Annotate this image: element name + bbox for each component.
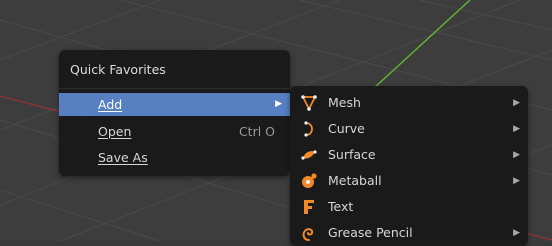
submenu-arrow-icon: ▶ xyxy=(513,228,520,238)
menu-separator xyxy=(59,88,290,89)
quick-favorites-menu: Quick Favorites Add ▶ Open Ctrl O Save A… xyxy=(59,50,290,176)
add-item-mesh[interactable]: Mesh ▶ xyxy=(290,90,528,116)
add-submenu: Mesh ▶ Curve ▶ Surface ▶ Metaball ▶ Text… xyxy=(290,86,528,246)
menu-item-label: Save As xyxy=(98,150,148,165)
submenu-arrow-icon: ▶ xyxy=(513,124,520,134)
metaball-icon xyxy=(302,173,317,188)
menu-item-save-as[interactable]: Save As xyxy=(59,146,290,169)
add-item-text[interactable]: Text xyxy=(290,194,528,220)
text-icon xyxy=(304,200,314,214)
menu-item-open[interactable]: Open Ctrl O xyxy=(59,120,290,143)
menu-item-label: Text xyxy=(328,199,354,214)
menu-item-add[interactable]: Add ▶ xyxy=(59,93,290,116)
menu-item-label: Mesh xyxy=(328,95,361,110)
submenu-arrow-icon: ▶ xyxy=(275,99,282,109)
surface-icon xyxy=(301,150,317,160)
add-item-surface[interactable]: Surface ▶ xyxy=(290,142,528,168)
curve-icon xyxy=(304,121,313,137)
submenu-arrow-icon: ▶ xyxy=(513,98,520,108)
menu-item-label: Metaball xyxy=(328,173,382,188)
menu-title: Quick Favorites xyxy=(70,62,166,77)
menu-item-label: Surface xyxy=(328,147,376,162)
menu-item-label: Add xyxy=(98,97,123,112)
add-item-curve[interactable]: Curve ▶ xyxy=(290,116,528,142)
menu-item-label: Grease Pencil xyxy=(328,225,413,240)
grease-pencil-icon xyxy=(302,228,314,241)
menu-item-label: Curve xyxy=(328,121,365,136)
mesh-icon xyxy=(301,95,317,111)
submenu-arrow-icon: ▶ xyxy=(513,150,520,160)
add-item-metaball[interactable]: Metaball ▶ xyxy=(290,168,528,194)
submenu-arrow-icon: ▶ xyxy=(513,176,520,186)
shortcut-label: Ctrl O xyxy=(238,124,275,139)
add-item-grease-pencil[interactable]: Grease Pencil ▶ xyxy=(290,220,528,246)
menu-item-label: Open xyxy=(98,124,132,139)
